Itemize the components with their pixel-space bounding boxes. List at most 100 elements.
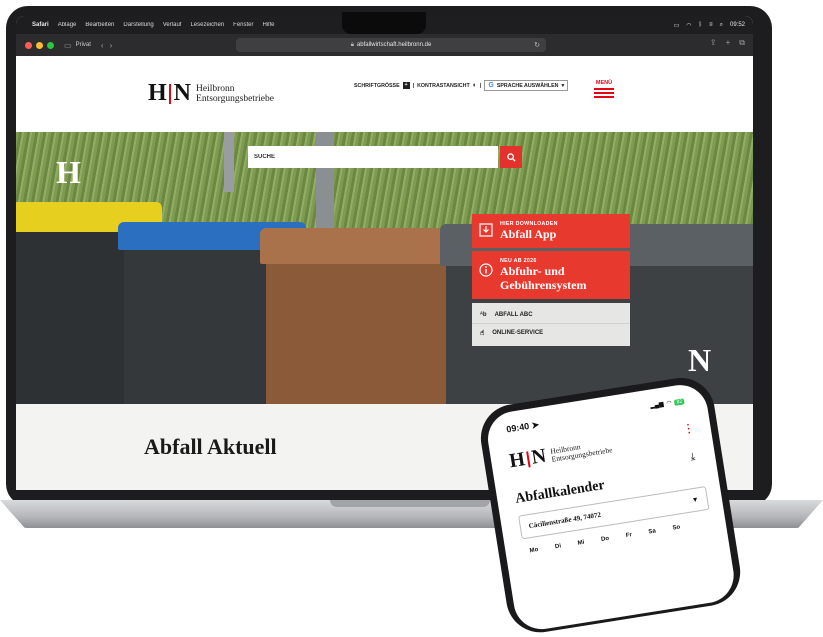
logo-text: Heilbronn Entsorgungsbetriebe — [196, 84, 274, 104]
utility-divider-2: | — [479, 82, 482, 89]
abfall-app-title: Abfall App — [500, 227, 557, 241]
menubar-clock[interactable]: 09:52 — [730, 22, 745, 28]
phone-download-icon[interactable]: ⤓ — [690, 451, 696, 463]
weekday-di: Di — [554, 543, 562, 551]
weekday-mi: Mi — [577, 539, 585, 547]
menu-app-name[interactable]: Safari — [32, 22, 49, 28]
menu-darstellung[interactable]: Darstellung — [123, 22, 153, 28]
search-button[interactable] — [500, 146, 522, 168]
hamburger-icon-bar-3 — [594, 96, 614, 98]
new-tab-icon[interactable]: + — [726, 38, 731, 48]
search-input[interactable] — [248, 153, 474, 161]
laptop-base-groove — [330, 500, 490, 507]
logo-line-1: Heilbronn — [196, 83, 235, 94]
private-label: Privat — [75, 42, 91, 48]
logo-letter-n: N — [173, 80, 191, 106]
wifi-icon[interactable]: ◠ — [686, 22, 691, 29]
font-size-label[interactable]: SCHRIFTGRÖSSE — [354, 83, 400, 89]
chevron-down-icon: ▾ — [561, 82, 565, 89]
menu-ablage[interactable]: Ablage — [58, 22, 77, 28]
abfall-abc-label: ABFALL ABC — [494, 312, 533, 318]
online-service-label: ONLINE-SERVICE — [492, 330, 544, 336]
search-bar — [248, 146, 522, 168]
logo-red-divider — [168, 83, 171, 104]
toolbar-right-actions: ⇪ + ⧉ — [710, 38, 745, 48]
hero-pole-back — [224, 132, 234, 192]
hamburger-icon-bar-2 — [594, 92, 614, 94]
phone-logo-letter-h: H — [507, 448, 526, 473]
font-size-icon[interactable]: + — [402, 82, 410, 89]
menu-hilfe[interactable]: Hilfe — [263, 22, 275, 28]
gebuehrensystem-title-line-2: Gebührensystem — [500, 278, 587, 292]
phone-clock: 09:40 ➤ — [505, 419, 540, 435]
gebuehrensystem-cta[interactable]: NEU AB 2026 Abfuhr- und Gebührensystem — [472, 251, 630, 299]
download-icon — [479, 223, 493, 237]
phone-logo-letter-n: N — [530, 444, 547, 469]
hero-letter-h: H — [56, 154, 81, 190]
menu-verlauf[interactable]: Verlauf — [163, 22, 182, 28]
chevron-down-icon: ▼ — [691, 495, 700, 505]
battery-icon[interactable]: ▭ — [674, 22, 680, 29]
zoom-window-button[interactable] — [47, 41, 54, 49]
site-logo[interactable]: H N Heilbronn Entsorgungsbetriebe — [148, 80, 274, 107]
contrast-icon[interactable]: ◐ — [473, 82, 477, 89]
menu-lesezeichen[interactable]: Lesezeichen — [190, 22, 224, 28]
close-window-button[interactable] — [25, 41, 32, 49]
site-header: H N Heilbronn Entsorgungsbetriebe SCHRIF… — [16, 56, 753, 132]
control-center-icon[interactable]: ≡ — [709, 22, 713, 28]
phone-logo-mark: H N — [508, 445, 547, 473]
info-icon — [479, 263, 493, 277]
utility-nav: SCHRIFTGRÖSSE + | KONTRASTANSICHT ◐ | G … — [354, 80, 569, 91]
sidebar-toggle-icon[interactable]: ▭ — [64, 41, 72, 50]
window-controls — [25, 41, 54, 49]
smartphone: 09:40 ➤ ▂▄▆ ◠ 82 H N Heilbronn Entsorgun… — [476, 373, 746, 637]
google-icon: G — [488, 82, 494, 89]
url-text: abfallwirtschaft.heilbronn.de — [356, 42, 432, 48]
menu-fenster[interactable]: Fenster — [233, 22, 253, 28]
language-label: SPRACHE AUSWÄHLEN — [496, 82, 559, 89]
weekday-fr: Fr — [625, 532, 633, 540]
hand-pointer-icon: ☝︎ — [480, 330, 485, 337]
weekday-so: So — [672, 524, 681, 532]
hamburger-icon — [594, 88, 614, 90]
share-icon[interactable]: ⇪ — [710, 38, 717, 48]
address-value: Cäcilienstraße 49, 74072 — [528, 510, 602, 531]
phone-logo[interactable]: H N Heilbronn Entsorgungsbetriebe — [508, 434, 614, 473]
spotlight-icon[interactable]: ⌕ — [720, 22, 723, 29]
bluetooth-icon[interactable]: ᛒ — [698, 22, 702, 28]
online-service-link[interactable]: ☝︎ ONLINE-SERVICE — [472, 323, 630, 342]
abfall-abc-link[interactable]: ᴬb ABFALL ABC — [472, 307, 630, 323]
address-bar[interactable]: 🔒︎ abfallwirtschaft.heilbronn.de ↻ — [236, 38, 546, 52]
utility-divider: | — [412, 82, 415, 89]
phone-wifi-icon: ◠ — [666, 400, 673, 408]
phone-battery-icon: 82 — [674, 397, 685, 406]
logo-mark: H N — [148, 80, 191, 107]
search-icon — [506, 152, 516, 162]
gebuehrensystem-title-line-1: Abfuhr- und — [500, 264, 565, 278]
minimize-window-button[interactable] — [36, 41, 43, 49]
secondary-links: ᴬb ABFALL ABC ☝︎ ONLINE-SERVICE — [472, 303, 630, 346]
phone-status-icons: ▂▄▆ ◠ 82 — [649, 397, 685, 410]
camera-notch — [342, 12, 426, 34]
section-title: Abfall Aktuell — [144, 434, 277, 459]
weekday-mo: Mo — [529, 547, 539, 555]
more-options-icon[interactable]: · · · — [686, 420, 692, 439]
weekday-do: Do — [600, 535, 610, 543]
menu-button[interactable]: MENÜ — [594, 80, 614, 98]
phone-logo-red-divider — [525, 450, 531, 468]
hero-section: H N HIER DOWNLOADEN Abfall App NEU AB 20… — [16, 132, 753, 404]
tab-overview-icon[interactable]: ⧉ — [739, 38, 745, 48]
back-icon[interactable]: ‹ — [101, 41, 104, 50]
language-select[interactable]: G SPRACHE AUSWÄHLEN ▾ — [484, 80, 569, 91]
menu-bearbeiten[interactable]: Bearbeiten — [85, 22, 114, 28]
weekday-sa: Sa — [648, 528, 657, 536]
contrast-label[interactable]: KONTRASTANSICHT — [417, 83, 470, 89]
reload-icon[interactable]: ↻ — [534, 41, 540, 49]
lock-icon: 🔒︎ — [350, 41, 354, 48]
menu-label: MENÜ — [595, 80, 613, 86]
forward-icon[interactable]: › — [110, 41, 113, 50]
abfall-app-cta[interactable]: HIER DOWNLOADEN Abfall App — [472, 214, 630, 248]
phone-logo-text: Heilbronn Entsorgungsbetriebe — [550, 438, 613, 464]
safari-toolbar: ▭ Privat ‹ › 🔒︎ abfallwirtschaft.heilbro… — [16, 34, 753, 56]
cellular-icon: ▂▄▆ — [649, 401, 665, 410]
